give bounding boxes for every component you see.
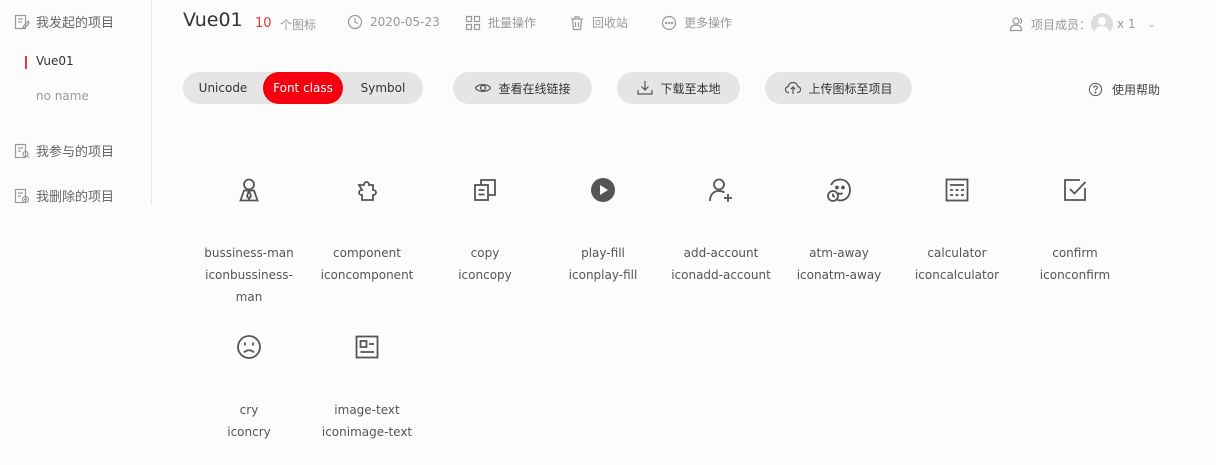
- icon-name: component: [333, 246, 401, 260]
- icon-card-add-account[interactable]: add-account iconadd-account: [666, 177, 776, 286]
- icon-class: iconcalculator: [914, 268, 1000, 282]
- members-icon: [1009, 17, 1023, 32]
- calculator-icon: [945, 178, 969, 202]
- recycle-label: 回收站: [592, 16, 629, 30]
- question-icon: [1088, 82, 1103, 97]
- tab-unicode[interactable]: Unicode: [183, 72, 263, 104]
- grid-icon: [465, 15, 481, 30]
- icon-class: iconcomponent: [320, 268, 414, 282]
- view-link-label: 查看在线链接: [498, 81, 571, 96]
- icon-card-image-text[interactable]: image-text iconimage-text: [312, 334, 422, 443]
- icon-card-confirm[interactable]: confirm iconconfirm: [1020, 177, 1130, 286]
- project-members[interactable]: 项目成员： x 1 ⌄: [1009, 13, 1156, 35]
- project-label: no name: [36, 89, 89, 103]
- view-online-link-button[interactable]: 查看在线链接: [453, 72, 592, 104]
- sidebar-project-no-name[interactable]: no name: [36, 89, 89, 103]
- icon-name: cry: [239, 403, 259, 417]
- icon-class: iconadd-account: [671, 268, 771, 282]
- avatar[interactable]: [1091, 13, 1114, 35]
- tab-symbol[interactable]: Symbol: [343, 72, 423, 104]
- icon-card-atm-away[interactable]: atm-away iconatm-away: [784, 177, 894, 286]
- upload-icons-button[interactable]: 上传图标至项目: [765, 72, 912, 104]
- date-text: 2020-05-23: [370, 15, 440, 29]
- sidebar: 我发起的项目 Vue01 no name 我参与的项目 我删除的项目: [0, 0, 152, 205]
- members-count: x 1: [1117, 17, 1136, 31]
- project-title: Vue01: [183, 9, 243, 31]
- image-text-icon: [355, 335, 379, 359]
- help-link[interactable]: 使用帮助: [1088, 81, 1160, 98]
- sidebar-deleted-label: 我删除的项目: [36, 190, 115, 205]
- download-button[interactable]: 下载至本地: [617, 72, 740, 104]
- eye-icon: [475, 84, 492, 92]
- component-icon: [357, 181, 377, 201]
- icon-class: iconconfirm: [1039, 268, 1111, 282]
- sidebar-deleted-projects[interactable]: 我删除的项目: [14, 186, 114, 205]
- edit-doc-icon: [14, 14, 30, 29]
- icon-name: image-text: [334, 403, 400, 417]
- sidebar-joined-projects[interactable]: 我参与的项目: [14, 141, 114, 160]
- confirm-icon: [1064, 179, 1087, 201]
- recycle-bin-button[interactable]: 回收站: [569, 14, 628, 31]
- icon-card-play-fill[interactable]: play-fill iconplay-fill: [548, 177, 658, 286]
- chevron-down-icon[interactable]: ⌄: [1148, 19, 1156, 30]
- sidebar-my-projects[interactable]: 我发起的项目: [14, 12, 114, 31]
- more-operations-button[interactable]: 更多操作: [661, 14, 732, 31]
- icon-class: iconimage-text: [321, 425, 413, 439]
- cry-icon: [237, 335, 261, 359]
- clock-icon: [347, 14, 363, 30]
- batch-label: 批量操作: [488, 16, 537, 30]
- bussiness-man-icon: [239, 178, 259, 202]
- icon-class: iconplay-fill: [568, 268, 638, 282]
- more-label: 更多操作: [684, 16, 733, 30]
- icon-card-calculator[interactable]: calculator iconcalculator: [902, 177, 1012, 286]
- sidebar-my-projects-label: 我发起的项目: [36, 16, 115, 31]
- help-label: 使用帮助: [1112, 83, 1161, 97]
- icon-card-bussiness-man[interactable]: bussiness-man iconbussiness-man: [194, 177, 304, 308]
- doc-delete-icon: [14, 188, 30, 203]
- upload-label: 上传图标至项目: [808, 81, 893, 96]
- created-date: 2020-05-23: [347, 14, 440, 30]
- icon-class: iconatm-away: [796, 268, 882, 282]
- sidebar-joined-label: 我参与的项目: [36, 145, 115, 160]
- icon-card-cry[interactable]: cry iconcry: [194, 334, 304, 443]
- icon-class: iconbussiness-man: [205, 268, 293, 304]
- code-type-tabs: Unicode Font class Symbol: [183, 72, 423, 104]
- icon-card-component[interactable]: component iconcomponent: [312, 177, 422, 286]
- download-label: 下载至本地: [660, 81, 721, 96]
- batch-operation-button[interactable]: 批量操作: [465, 14, 536, 31]
- icon-class: iconcopy: [458, 268, 512, 282]
- sidebar-project-vue01[interactable]: Vue01: [25, 54, 74, 69]
- members-label: 项目成员：: [1031, 17, 1092, 32]
- project-label: Vue01: [36, 54, 74, 68]
- icon-name: bussiness-man: [204, 246, 294, 260]
- add-account-icon: [709, 178, 732, 202]
- atm-away-icon: [827, 178, 851, 202]
- icon-name: confirm: [1052, 246, 1098, 260]
- icon-name: add-account: [683, 246, 759, 260]
- icon-card-copy[interactable]: copy iconcopy: [430, 177, 540, 286]
- doc-search-icon: [14, 143, 30, 158]
- icon-name: atm-away: [809, 246, 869, 260]
- copy-icon: [474, 179, 496, 201]
- icon-count: 10: [255, 16, 272, 31]
- icon-count-label: 个图标: [280, 18, 317, 32]
- icon-name: calculator: [927, 246, 987, 260]
- active-indicator: [25, 56, 27, 69]
- more-icon: [661, 15, 677, 30]
- tab-font-class[interactable]: Font class: [263, 72, 343, 104]
- download-icon: [637, 81, 654, 95]
- cloud-upload-icon: [785, 81, 802, 94]
- icon-class: iconcry: [227, 425, 271, 439]
- icon-name: copy: [470, 246, 500, 260]
- play-fill-icon: [591, 178, 615, 202]
- trash-icon: [571, 15, 583, 30]
- icon-name: play-fill: [581, 246, 625, 260]
